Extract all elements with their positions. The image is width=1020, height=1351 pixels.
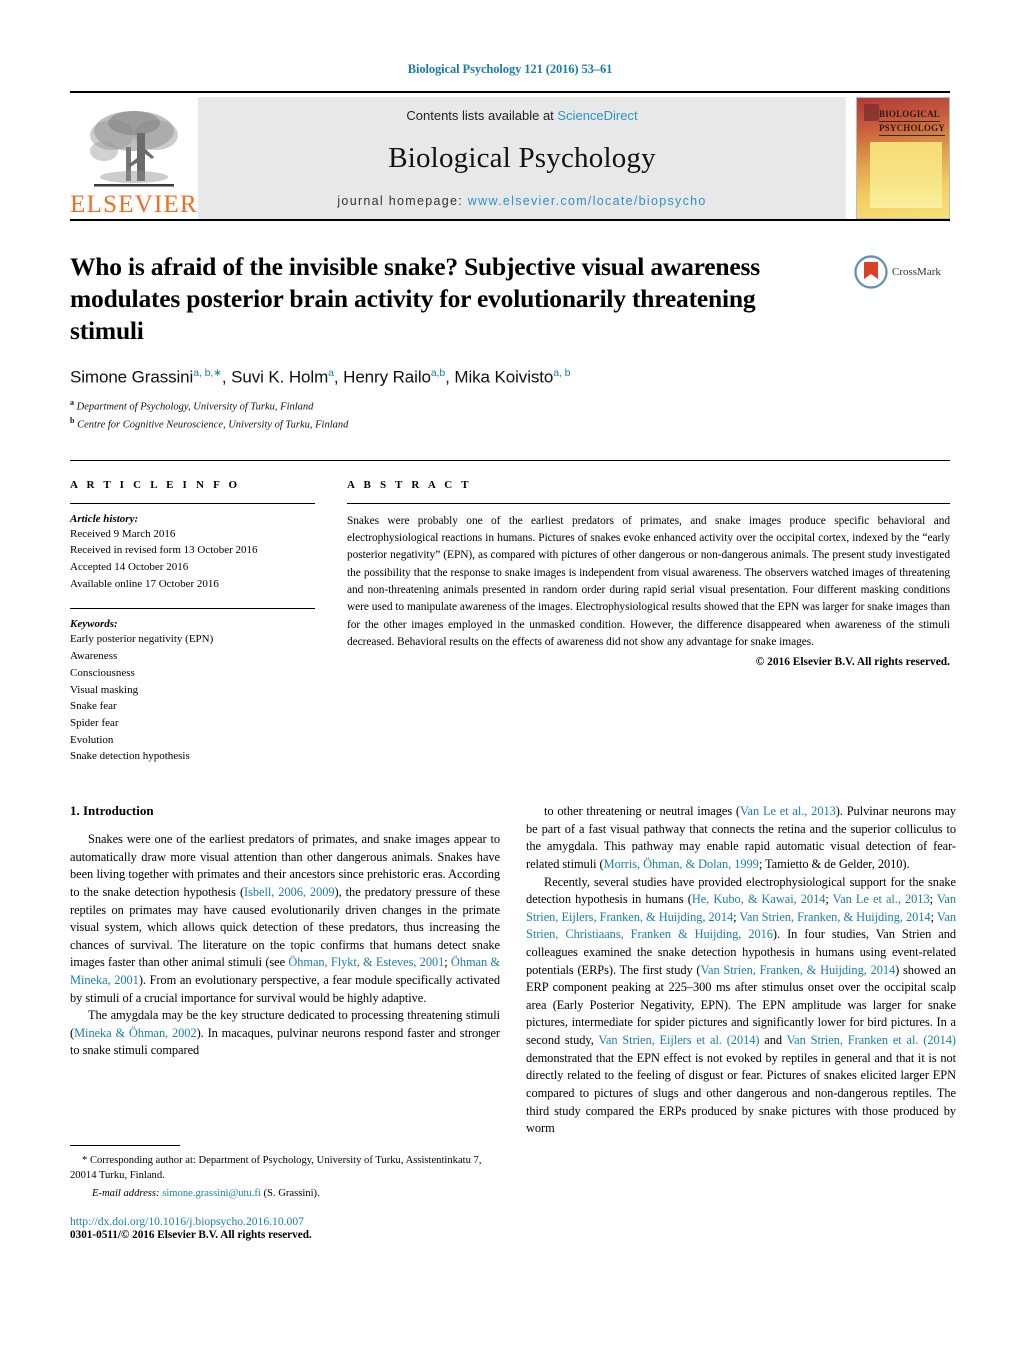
cover-title: BIOLOGICAL PSYCHOLOGY bbox=[879, 108, 946, 137]
article-history-item: Received in revised form 13 October 2016 bbox=[70, 544, 258, 557]
citation-link[interactable]: Öhman, Flykt, & Esteves, 2001 bbox=[288, 955, 444, 969]
info-abstract-region: A R T I C L E I N F O Article history: R… bbox=[70, 479, 950, 766]
email-link[interactable]: simone.grassini@utu.fi bbox=[162, 1188, 261, 1199]
elsevier-wordmark: ELSEVIER bbox=[70, 191, 198, 218]
article-history-item: Available online 17 October 2016 bbox=[70, 577, 219, 590]
citation-link[interactable]: He, Kubo, & Kawai, 2014 bbox=[692, 892, 826, 906]
affiliation-item: a Department of Psychology, University o… bbox=[70, 397, 950, 415]
keyword-item: Evolution bbox=[70, 733, 114, 746]
keyword-item: Consciousness bbox=[70, 666, 135, 679]
cover-publisher-mark bbox=[864, 104, 879, 121]
citation-link[interactable]: Van Strien, Franken, & Huijding, 2014 bbox=[701, 963, 896, 977]
crossmark-badge[interactable]: CrossMark bbox=[854, 255, 950, 289]
body-column-right: to other threatening or neutral images (… bbox=[526, 803, 956, 1138]
issn-copyright: 0301-0511/© 2016 Elsevier B.V. All right… bbox=[70, 1229, 312, 1241]
page-title: Who is afraid of the invisible snake? Su… bbox=[70, 252, 760, 346]
keywords-list: Early posterior negativity (EPN) Awarenes… bbox=[70, 631, 315, 765]
citation-link[interactable]: Morris, Öhman, & Dolan, 1999 bbox=[604, 857, 759, 871]
article-history-label: Article history: bbox=[70, 512, 139, 525]
citation-link[interactable]: Van Le et al., 2013 bbox=[740, 804, 836, 818]
email-note: E-mail address: simone.grassini@utu.fi (… bbox=[70, 1186, 500, 1201]
left-paragraphs: Snakes were one of the earliest predator… bbox=[70, 831, 500, 1060]
body-paragraph: Snakes were one of the earliest predator… bbox=[70, 832, 500, 1005]
homepage-label: journal homepage: bbox=[337, 194, 464, 208]
info-section-top-rule bbox=[70, 459, 950, 461]
title-block: Who is afraid of the invisible snake? Su… bbox=[70, 251, 950, 434]
affiliation-text: Department of Psychology, University of … bbox=[76, 401, 314, 413]
elsevier-logo: ELSEVIER bbox=[70, 97, 198, 219]
affiliation-list: a Department of Psychology, University o… bbox=[70, 397, 950, 434]
running-head: Biological Psychology 121 (2016) 53–61 bbox=[407, 62, 613, 76]
keyword-item: Awareness bbox=[70, 650, 118, 663]
journal-title: Biological Psychology bbox=[388, 142, 656, 174]
homepage-url[interactable]: www.elsevier.com/locate/biopsycho bbox=[468, 194, 707, 208]
article-history-list: Received 9 March 2016 Received in revised… bbox=[70, 526, 315, 593]
cover-artwork bbox=[870, 142, 942, 208]
citation-link[interactable]: Isbell, 2006, 2009 bbox=[244, 885, 335, 899]
corresponding-author-note: * Corresponding author at: Department of… bbox=[70, 1155, 482, 1182]
citation-link[interactable]: Van Strien, Franken et al. (2014) bbox=[787, 1033, 956, 1047]
section-heading-introduction: 1. Introduction bbox=[70, 803, 154, 819]
elsevier-tree-icon bbox=[90, 111, 178, 187]
citation-link[interactable]: Van Strien, Eijlers et al. (2014) bbox=[598, 1033, 759, 1047]
footnote-block: * Corresponding author at: Department of… bbox=[70, 1145, 500, 1201]
journal-homepage-line: journal homepage: www.elsevier.com/locat… bbox=[337, 194, 706, 208]
article-info-column: A R T I C L E I N F O Article history: R… bbox=[70, 479, 315, 766]
body-paragraph: Recently, several studies have provided … bbox=[526, 874, 957, 1136]
email-suffix: (S. Grassini). bbox=[263, 1187, 320, 1199]
masthead-center-panel: Contents lists available at ScienceDirec… bbox=[198, 97, 846, 219]
body-paragraph: to other threatening or neutral images (… bbox=[526, 804, 957, 871]
crossmark-icon bbox=[854, 255, 888, 289]
journal-masthead: ELSEVIER Contents lists available at Sci… bbox=[70, 91, 950, 221]
contents-list-line: Contents lists available at ScienceDirec… bbox=[406, 108, 637, 123]
keyword-item: Visual masking bbox=[70, 683, 139, 696]
footnote-rule bbox=[70, 1145, 180, 1146]
article-info-heading: A R T I C L E I N F O bbox=[70, 478, 241, 491]
abstract-rule bbox=[347, 502, 950, 504]
citation-link[interactable]: Van Le et al., 2013 bbox=[833, 892, 930, 906]
journal-cover-thumbnail: BIOLOGICAL PSYCHOLOGY bbox=[856, 97, 950, 219]
sciencedirect-link[interactable]: ScienceDirect bbox=[557, 108, 637, 123]
cover-title-line-2: PSYCHOLOGY bbox=[879, 122, 946, 137]
contents-prefix: Contents lists available at bbox=[406, 108, 558, 123]
abstract-heading: A B S T R A C T bbox=[347, 478, 472, 491]
body-column-left: 1. Introduction Snakes were one of the e… bbox=[70, 803, 500, 1138]
cover-title-line-1: BIOLOGICAL bbox=[879, 108, 941, 123]
author-list: Simone Grassinia, b,∗, Suvi K. Holma, He… bbox=[70, 367, 571, 388]
affiliation-text: Centre for Cognitive Neuroscience, Unive… bbox=[77, 419, 349, 431]
keyword-item: Snake detection hypothesis bbox=[70, 750, 190, 763]
body-columns: 1. Introduction Snakes were one of the e… bbox=[70, 803, 956, 1138]
keyword-item: Spider fear bbox=[70, 717, 119, 729]
article-history-item: Accepted 14 October 2016 bbox=[70, 560, 189, 573]
keyword-item: Snake fear bbox=[70, 700, 117, 713]
crossmark-label: CrossMark bbox=[892, 266, 941, 278]
body-paragraph: The amygdala may be the key structure de… bbox=[70, 1008, 500, 1058]
abstract-column: A B S T R A C T Snakes were probably one… bbox=[347, 479, 950, 766]
citation-link[interactable]: Van Strien, Franken, & Huijding, 2014 bbox=[739, 910, 930, 924]
article-history-item: Received 9 March 2016 bbox=[70, 527, 176, 540]
masthead-bottom-rule bbox=[70, 219, 950, 221]
footer-block: http://dx.doi.org/10.1016/j.biopsycho.20… bbox=[70, 1215, 500, 1241]
abstract-copyright: © 2016 Elsevier B.V. All rights reserved… bbox=[755, 656, 950, 669]
keywords-rule bbox=[70, 608, 315, 610]
citation-link[interactable]: Mineka & Öhman, 2002 bbox=[74, 1026, 197, 1040]
keyword-item: Early posterior negativity (EPN) bbox=[70, 633, 214, 646]
article-info-rule bbox=[70, 502, 315, 504]
abstract-text: Snakes were probably one of the earliest… bbox=[347, 514, 950, 648]
affiliation-marker: a bbox=[70, 398, 74, 408]
keywords-label: Keywords: bbox=[70, 618, 118, 631]
affiliation-marker: b bbox=[70, 416, 75, 426]
paper-page: Biological Psychology 121 (2016) 53–61 E… bbox=[0, 0, 1020, 1351]
doi-link[interactable]: http://dx.doi.org/10.1016/j.biopsycho.20… bbox=[70, 1215, 500, 1228]
affiliation-item: b Centre for Cognitive Neuroscience, Uni… bbox=[70, 415, 950, 433]
right-paragraphs: to other threatening or neutral images (… bbox=[526, 803, 956, 1138]
email-label: E-mail address: bbox=[92, 1187, 160, 1199]
